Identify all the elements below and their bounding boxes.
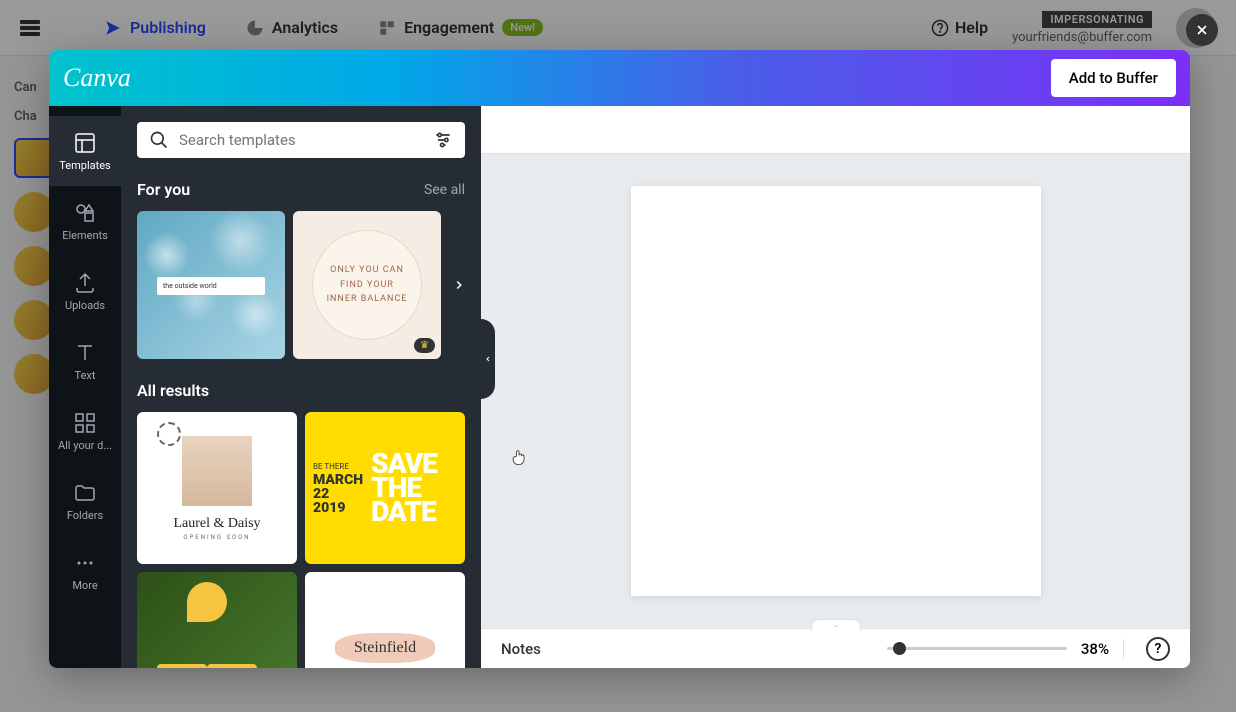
- zoom-slider-thumb[interactable]: [893, 642, 906, 655]
- canva-logo: Canva: [63, 63, 131, 93]
- sidenav-label: Folders: [67, 509, 103, 522]
- divider: [1123, 639, 1124, 659]
- help-button[interactable]: ?: [1146, 637, 1170, 661]
- decorative-circle: [157, 422, 181, 446]
- sidenav-label: Elements: [62, 229, 108, 242]
- sidenav-more[interactable]: More: [49, 536, 121, 606]
- sidenav-label: Templates: [59, 159, 110, 172]
- sidenav-folders[interactable]: Folders: [49, 466, 121, 536]
- chevron-right-icon: [452, 278, 466, 292]
- template-inner-text: the outside world: [157, 277, 265, 295]
- close-button[interactable]: [1186, 14, 1218, 46]
- folder-icon: [73, 481, 97, 505]
- canvas-area: Notes 38% ?: [481, 106, 1190, 668]
- template-inner-text: OPENING SOON: [183, 534, 250, 541]
- decorative-shape: [187, 582, 227, 622]
- add-to-buffer-button[interactable]: Add to Buffer: [1051, 59, 1176, 97]
- chevron-left-icon: [484, 355, 492, 363]
- modal-body: Templates Elements Uploads Text All your…: [49, 106, 1190, 668]
- templates-icon: [73, 131, 97, 155]
- results-grid: Laurel & Daisy OPENING SOON BE THERE MAR…: [137, 412, 465, 668]
- template-image: [182, 436, 252, 506]
- all-results-header: All results: [137, 381, 465, 400]
- sidenav-all-your-designs[interactable]: All your d...: [49, 396, 121, 466]
- sidenav-label: All your d...: [58, 439, 112, 452]
- collapse-panel-button[interactable]: [481, 319, 495, 399]
- premium-badge-icon: ♛: [414, 338, 435, 353]
- section-title: All results: [137, 381, 209, 400]
- search-icon: [149, 130, 169, 150]
- sidenav-elements[interactable]: Elements: [49, 186, 121, 256]
- canvas-page[interactable]: [631, 186, 1041, 596]
- see-all-link[interactable]: See all: [424, 182, 465, 198]
- sidenav-text[interactable]: Text: [49, 326, 121, 396]
- canvas-footer: Notes 38% ?: [481, 628, 1190, 668]
- template-card[interactable]: Steinfield: [305, 572, 465, 668]
- template-card[interactable]: the outside world: [137, 211, 285, 359]
- uploads-icon: [73, 271, 97, 295]
- footer-expand-handle[interactable]: [811, 619, 861, 631]
- for-you-row: the outside world ONLY YOU CAN FIND YOUR…: [137, 211, 465, 359]
- close-icon: [1194, 22, 1210, 38]
- zoom-value[interactable]: 38%: [1081, 640, 1109, 658]
- template-card[interactable]: Laurel & Daisy OPENING SOON: [137, 412, 297, 564]
- more-icon: [73, 551, 97, 575]
- canva-modal: Canva Add to Buffer Templates Elements U…: [49, 50, 1190, 668]
- template-card[interactable]: ONLY YOU CAN FIND YOUR INNER BALANCE ♛: [293, 211, 441, 359]
- sidenav-label: Text: [75, 369, 96, 382]
- template-inner-text: BE THERE MARCH 22 2019: [313, 461, 363, 514]
- sidenav-label: Uploads: [65, 299, 105, 312]
- zoom-controls: 38% ?: [887, 637, 1170, 661]
- chevron-up-icon: [831, 623, 841, 629]
- for-you-header: For you See all: [137, 180, 465, 199]
- template-card[interactable]: BE THERE MARCH 22 2019 SAVETHEDATE: [305, 412, 465, 564]
- modal-header: Canva Add to Buffer: [49, 50, 1190, 106]
- notes-button[interactable]: Notes: [501, 640, 541, 658]
- search-box[interactable]: [137, 122, 465, 158]
- section-title: For you: [137, 180, 190, 199]
- template-inner-text: Steinfield: [354, 639, 416, 657]
- scroll-right-button[interactable]: [447, 273, 471, 297]
- template-inner-text: SAVETHEDATE: [371, 452, 437, 523]
- canvas-workspace[interactable]: [481, 154, 1190, 628]
- elements-icon: [73, 201, 97, 225]
- canvas-toolbar: [481, 106, 1190, 154]
- template-inner-text: ONLY YOU CAN FIND YOUR INNER BALANCE: [312, 230, 422, 340]
- zoom-slider[interactable]: [887, 647, 1067, 650]
- filter-icon[interactable]: [433, 130, 453, 150]
- grid-icon: [73, 411, 97, 435]
- sidenav-uploads[interactable]: Uploads: [49, 256, 121, 326]
- sidenav-templates[interactable]: Templates: [49, 116, 121, 186]
- template-inner-text: Laurel & Daisy: [173, 516, 260, 532]
- search-input[interactable]: [179, 131, 423, 149]
- templates-panel: For you See all the outside world ONLY Y…: [121, 106, 481, 668]
- editor-sidenav: Templates Elements Uploads Text All your…: [49, 106, 121, 668]
- text-icon: [73, 341, 97, 365]
- sidenav-label: More: [72, 579, 97, 592]
- template-card[interactable]: [137, 572, 297, 668]
